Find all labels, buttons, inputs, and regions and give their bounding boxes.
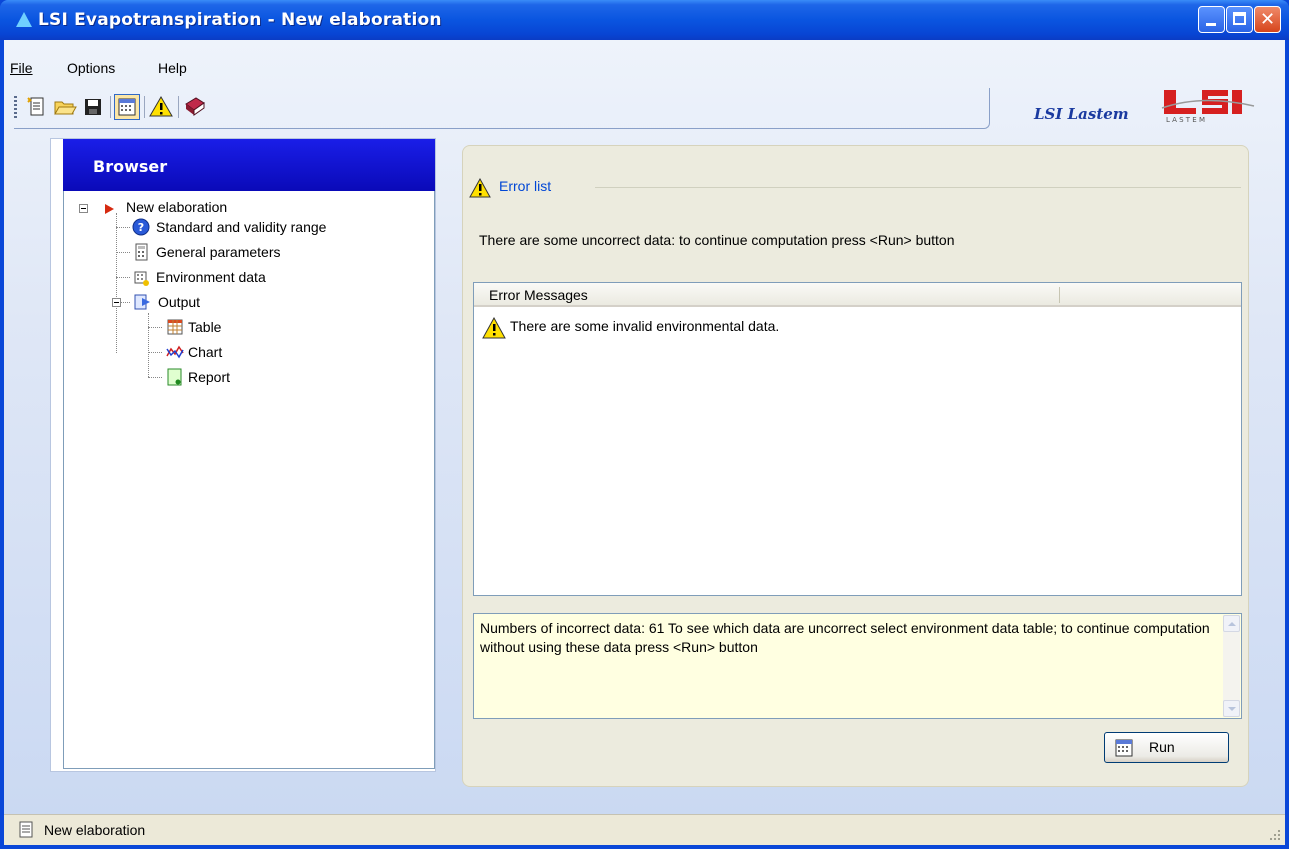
error-details-text: Numbers of incorrect data: 61 To see whi… <box>480 620 1210 655</box>
toolbar-separator <box>144 96 145 118</box>
environment-data-icon <box>134 271 149 286</box>
menu-options-label: Options <box>67 60 116 76</box>
errors-button[interactable] <box>148 94 174 120</box>
error-details-memo[interactable]: Numbers of incorrect data: 61 To see whi… <box>473 613 1242 719</box>
chevron-up-icon <box>1228 622 1236 626</box>
warning-icon <box>469 178 491 198</box>
menu-help[interactable]: Help <box>158 60 187 76</box>
list-header: Error Messages <box>474 283 1241 307</box>
help-book-icon <box>185 97 205 116</box>
app-window: LSI Evapotranspiration - New elaboration… <box>0 0 1289 849</box>
close-button[interactable]: ✕ <box>1254 6 1281 33</box>
save-icon <box>85 99 101 115</box>
run-calculation-icon <box>1115 739 1133 757</box>
toolbar <box>14 88 990 129</box>
resize-grip-icon[interactable] <box>1269 829 1281 841</box>
table-icon <box>167 319 183 335</box>
tree-node-chart[interactable]: Chart <box>188 344 222 360</box>
error-list-title: Error list <box>499 178 558 194</box>
minimize-icon <box>1206 23 1216 26</box>
memo-scrollbar[interactable] <box>1223 615 1240 717</box>
error-summary-message: There are some uncorrect data: to contin… <box>479 232 955 248</box>
browser-header: Browser <box>63 139 435 191</box>
save-button[interactable] <box>80 94 106 120</box>
run-calculation-icon <box>118 98 136 116</box>
browser-panel: Browser New elaboration ? Standard and v… <box>50 138 436 772</box>
maximize-icon <box>1233 12 1246 25</box>
status-text: New elaboration <box>44 822 146 838</box>
lsi-logo: L A S T E M <box>1152 78 1264 134</box>
brand-text: LSI Lastem <box>1034 105 1129 123</box>
tree-node-general-parameters[interactable]: General parameters <box>156 244 281 260</box>
help-button[interactable] <box>182 94 208 120</box>
calculate-button[interactable] <box>114 94 140 120</box>
svg-text:?: ? <box>138 221 144 234</box>
warning-icon <box>482 317 506 339</box>
open-button[interactable] <box>52 94 78 120</box>
document-icon <box>19 821 33 838</box>
app-icon <box>16 12 32 27</box>
run-button[interactable]: Run <box>1104 732 1229 763</box>
tree-node-table[interactable]: Table <box>188 319 221 335</box>
tree-node-report[interactable]: Report <box>188 369 230 385</box>
chevron-down-icon <box>1228 707 1236 711</box>
toolbar-separator <box>178 96 179 118</box>
menu-file-label: File <box>10 60 33 76</box>
tree-collapse-toggle[interactable] <box>79 204 88 213</box>
calculator-icon <box>135 243 148 261</box>
scroll-up-button[interactable] <box>1223 615 1240 632</box>
warning-icon <box>149 96 173 117</box>
new-button[interactable] <box>24 94 50 120</box>
close-icon: ✕ <box>1259 9 1276 30</box>
run-button-label: Run <box>1149 739 1175 755</box>
tree-node-new-elaboration[interactable]: New elaboration <box>126 199 227 215</box>
help-circle-icon: ? <box>132 218 150 236</box>
list-item-text: There are some invalid environmental dat… <box>510 318 780 334</box>
output-icon <box>134 294 150 310</box>
status-bar: New elaboration <box>4 814 1285 845</box>
column-error-messages[interactable]: Error Messages <box>489 287 588 303</box>
menu-options[interactable]: Options <box>67 60 115 76</box>
tree-node-standard[interactable]: Standard and validity range <box>156 219 326 235</box>
scroll-down-button[interactable] <box>1223 700 1240 717</box>
new-document-icon <box>27 97 44 116</box>
title-bar[interactable]: LSI Evapotranspiration - New elaboration… <box>0 0 1289 40</box>
tree-view[interactable]: New elaboration ? Standard and validity … <box>63 191 435 769</box>
error-messages-list[interactable]: Error Messages There are some invalid en… <box>473 282 1242 596</box>
tree-node-environment-data[interactable]: Environment data <box>156 269 266 285</box>
browser-title: Browser <box>93 157 168 176</box>
window-title: LSI Evapotranspiration - New elaboration <box>38 10 442 30</box>
report-icon <box>167 368 182 386</box>
toolbar-grip[interactable] <box>14 96 17 118</box>
svg-text:L A S T E M: L A S T E M <box>1166 116 1205 124</box>
menu-help-label: Help <box>158 60 187 76</box>
tree-node-output[interactable]: Output <box>158 294 200 310</box>
column-divider[interactable] <box>1059 287 1060 303</box>
group-divider <box>595 187 1241 188</box>
maximize-button[interactable] <box>1226 6 1253 33</box>
chart-icon <box>166 345 184 359</box>
tree-output-toggle[interactable] <box>112 298 121 307</box>
open-folder-icon <box>54 101 77 115</box>
client-area: File Options Help LSI Lastem L A S T E M… <box>4 40 1285 845</box>
menu-file[interactable]: File <box>10 60 33 76</box>
error-list-panel: Error list There are some uncorrect data… <box>462 145 1249 787</box>
minimize-button[interactable] <box>1198 6 1225 33</box>
toolbar-separator <box>110 96 111 118</box>
